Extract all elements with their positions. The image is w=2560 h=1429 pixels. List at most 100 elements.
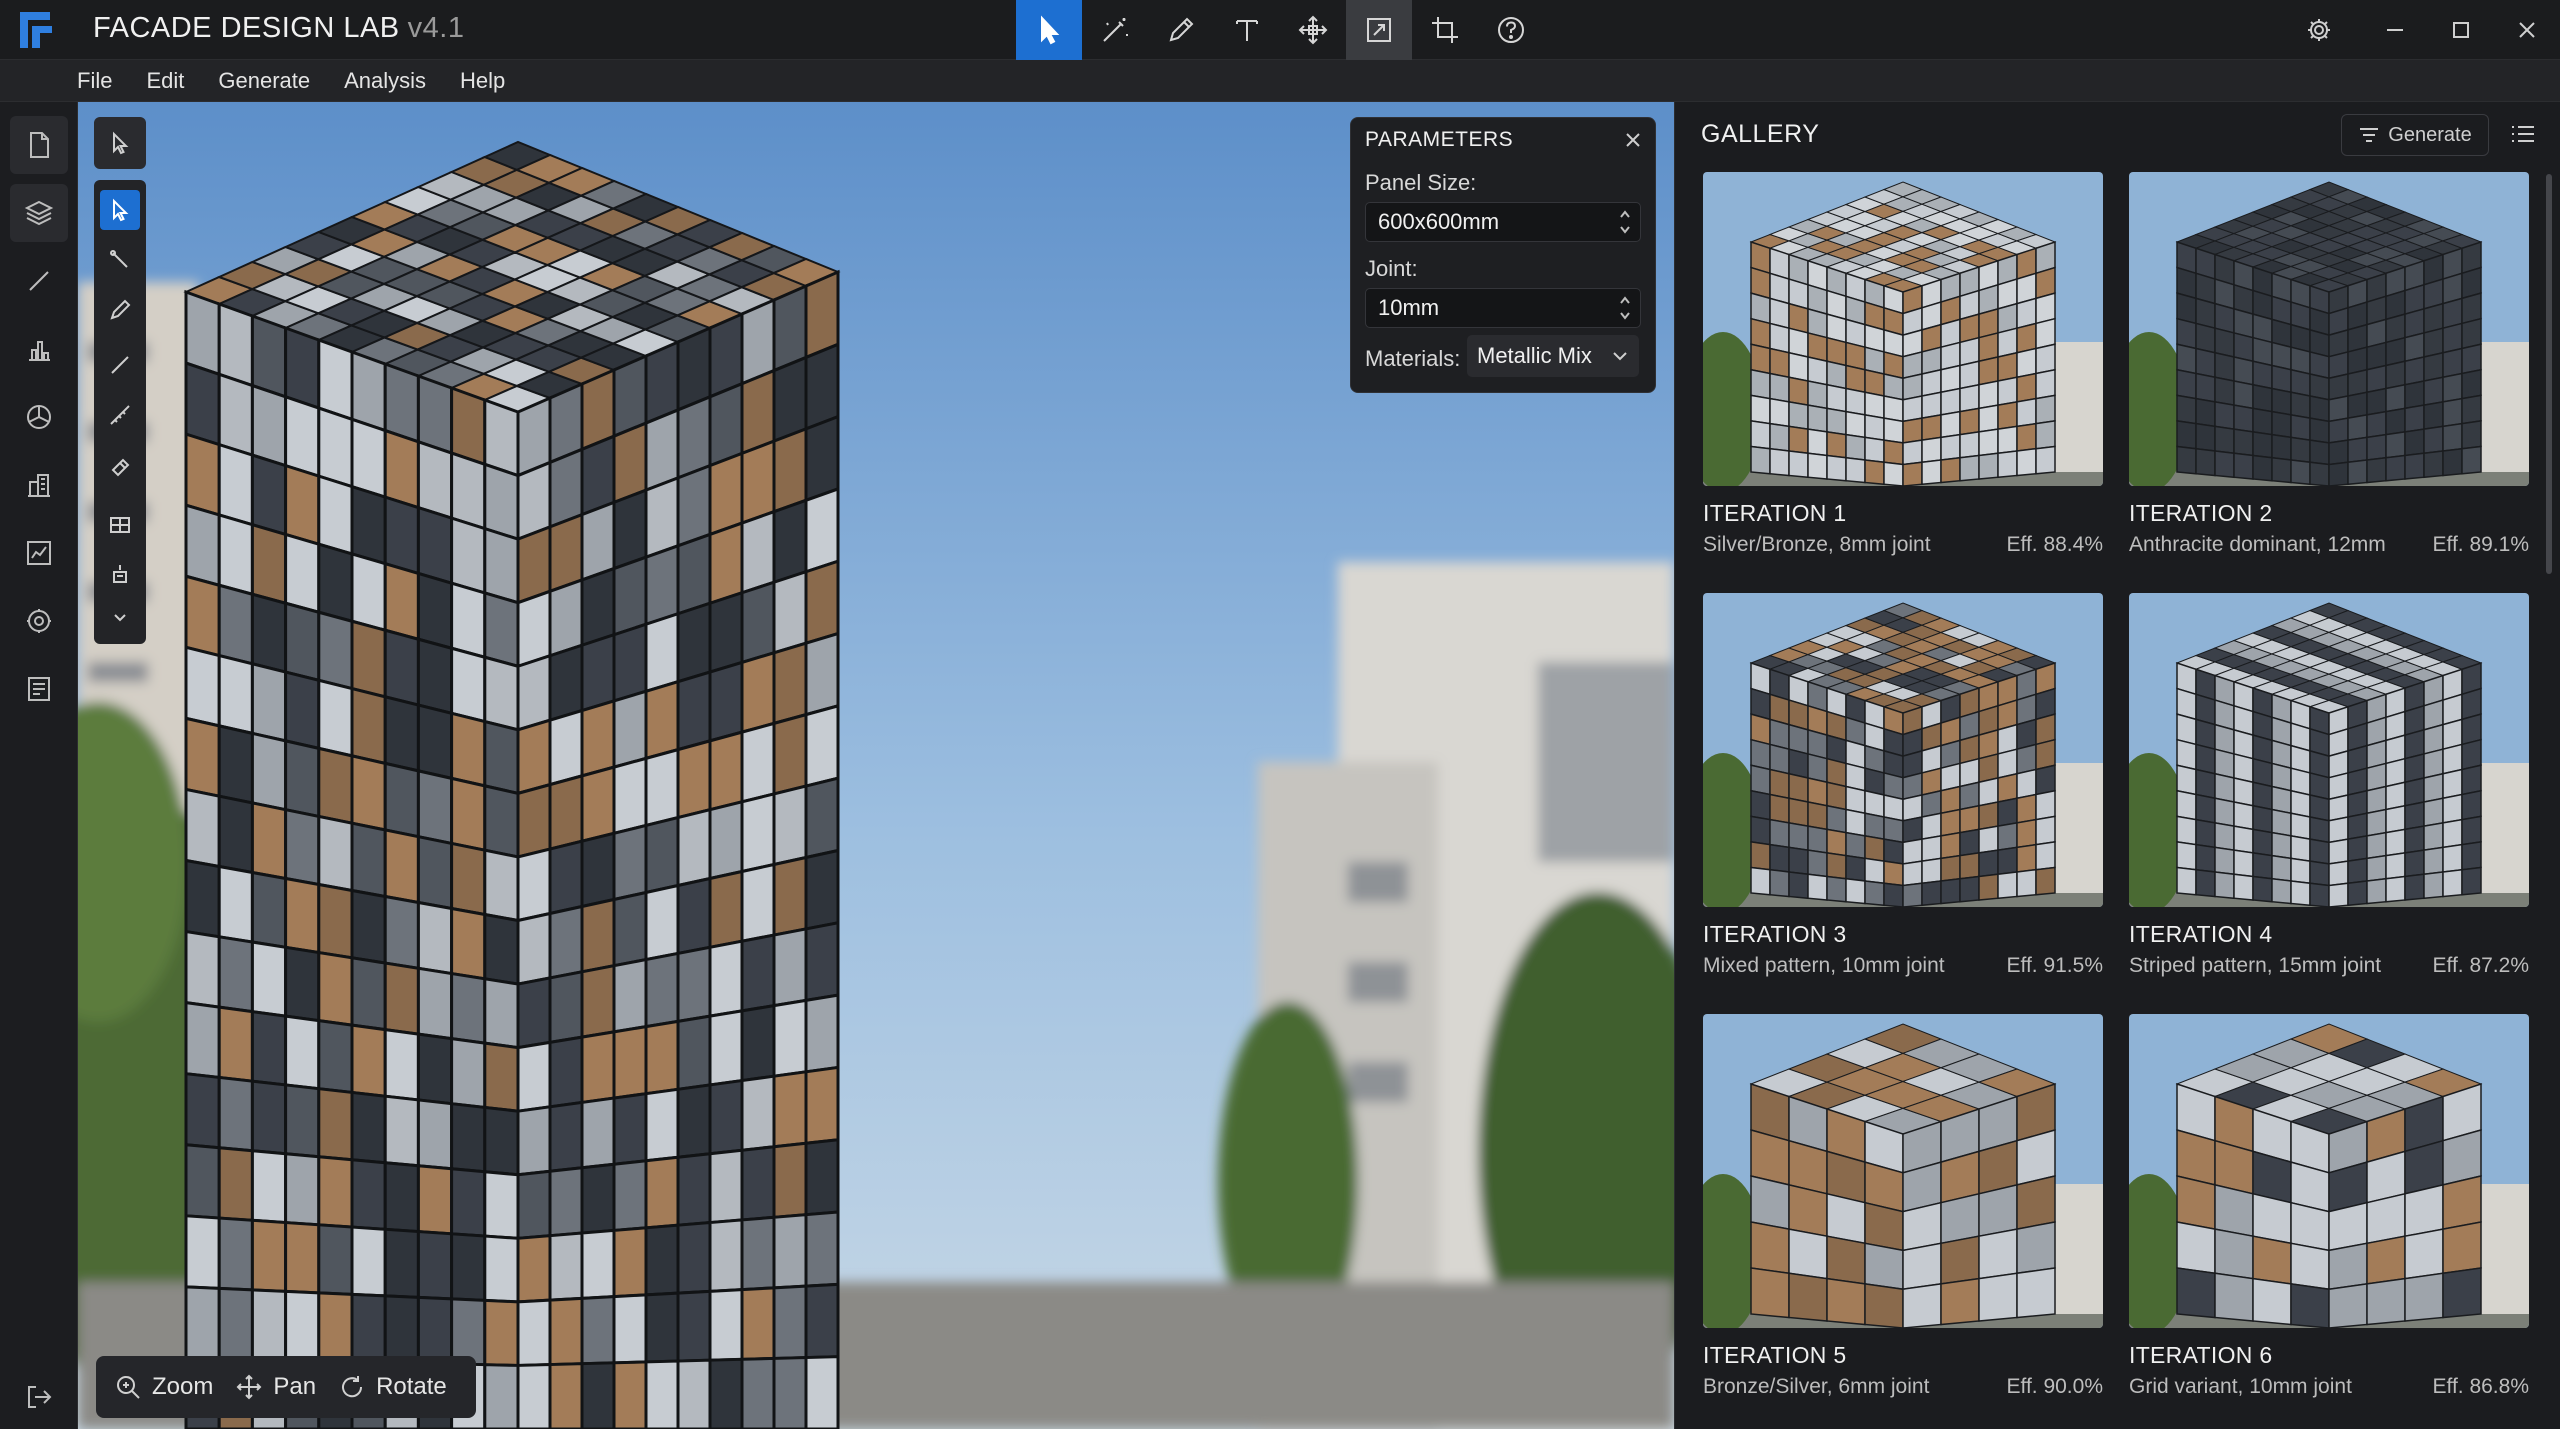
panel-size-field[interactable]: 600x600mm (1365, 202, 1641, 242)
close-window-button[interactable] (2494, 0, 2560, 60)
sidebar-building-button[interactable] (10, 456, 68, 514)
rotate-label: Rotate (376, 1373, 447, 1400)
sidebar-exit-button[interactable] (10, 1368, 68, 1426)
analytics-icon (27, 541, 51, 565)
rotate-icon (342, 1376, 363, 1398)
card-efficiency: Eff. 88.4% (2006, 533, 2103, 556)
gallery-card-2[interactable]: ITERATION 2 Anthracite dominant, 12mm Eff… (2129, 172, 2529, 557)
material-swatch-icon (110, 517, 130, 533)
gallery-scrollbar[interactable] (2546, 174, 2552, 574)
sidebar-notes-button[interactable] (10, 660, 68, 718)
select-tool-button[interactable] (1016, 0, 1082, 60)
panel-size-value: 600x600mm (1378, 209, 1500, 234)
pointer-icon (113, 198, 129, 222)
gallery-generate-button[interactable]: Generate (2341, 114, 2489, 156)
gallery-card-3[interactable]: ITERATION 3 Mixed pattern, 10mm joint Eff… (1703, 593, 2103, 978)
pencil-tool-button[interactable] (1148, 0, 1214, 60)
sidebar-chart-button[interactable] (10, 320, 68, 378)
card-title: ITERATION 3 (1703, 921, 1847, 947)
strip-measure-button[interactable] (100, 395, 140, 435)
measure-icon (110, 405, 130, 425)
card-efficiency: Eff. 90.0% (2006, 1375, 2103, 1398)
crop-icon (1432, 17, 1458, 43)
list-view-button[interactable] (2509, 120, 2537, 148)
gallery-card-6[interactable]: ITERATION 6 Grid variant, 10mm joint Eff.… (2129, 1014, 2529, 1399)
rotate-control[interactable]: Rotate (338, 1373, 447, 1401)
gallery-card-1[interactable]: ITERATION 1 Silver/Bronze, 8mm joint Eff.… (1703, 172, 2103, 557)
strip-select-button[interactable] (100, 190, 140, 230)
magic-wand-icon (1103, 18, 1128, 42)
panel-size-stepper[interactable] (1618, 207, 1632, 237)
card-description: Bronze/Silver, 6mm joint (1703, 1375, 1930, 1398)
filter-icon (2360, 128, 2379, 142)
card-efficiency: Eff. 86.8% (2432, 1375, 2529, 1398)
move-tool-button[interactable] (1280, 0, 1346, 60)
parameters-panel: PARAMETERS Panel Size: 600x600mm Joint: … (1350, 117, 1656, 393)
joint-label: Joint: (1365, 256, 1418, 281)
pan-control[interactable]: Pan (235, 1373, 316, 1401)
strip-line-button[interactable] (100, 345, 140, 385)
window-controls (2362, 0, 2560, 60)
iteration-thumbnail (2129, 172, 2529, 486)
sidebar-analytics-button[interactable] (10, 524, 68, 582)
menu-edit[interactable]: Edit (146, 60, 184, 101)
eraser-icon (111, 458, 130, 477)
maximize-button[interactable] (2428, 0, 2494, 60)
materials-dropdown[interactable]: Metallic Mix (1467, 335, 1639, 377)
menu-bar: File Edit Generate Analysis Help (0, 60, 2560, 102)
joint-stepper[interactable] (1618, 293, 1632, 323)
sidebar-line-button[interactable] (10, 252, 68, 310)
view-controls: Zoom Pan Rotate (96, 1356, 476, 1418)
stepper-arrows-icon (1620, 296, 1630, 320)
strip-pen-button[interactable] (100, 290, 140, 330)
settings-button[interactable] (2286, 0, 2352, 60)
align-icon (113, 565, 127, 583)
menu-analysis[interactable]: Analysis (344, 60, 426, 101)
stepper-arrows-icon (1620, 210, 1630, 234)
app-version: v4.1 (407, 12, 465, 44)
settings-icon (27, 609, 51, 633)
sidebar-cube-button[interactable] (10, 388, 68, 446)
left-sidebar (0, 102, 78, 1429)
card-description: Anthracite dominant, 12mm (2129, 533, 2386, 556)
app-title: FACADE DESIGN LAB v4.1 (93, 12, 464, 45)
parameters-close-button[interactable] (1621, 128, 1645, 152)
magic-wand-tool-button[interactable] (1082, 0, 1148, 60)
sidebar-settings-button[interactable] (10, 592, 68, 650)
menu-help[interactable]: Help (460, 60, 505, 101)
zoom-control[interactable]: Zoom (114, 1373, 213, 1401)
strip-material-button[interactable] (100, 505, 140, 545)
card-description: Striped pattern, 15mm joint (2129, 954, 2382, 977)
pointer-icon (1041, 15, 1060, 45)
close-icon (2519, 22, 2535, 38)
crop-tool-button[interactable] (1412, 0, 1478, 60)
menu-generate[interactable]: Generate (218, 60, 310, 101)
menu-file[interactable]: File (77, 60, 112, 101)
materials-value: Metallic Mix (1477, 343, 1592, 368)
text-tool-button[interactable] (1214, 0, 1280, 60)
iteration-thumbnail (2129, 1014, 2529, 1328)
gallery-card-5[interactable]: ITERATION 5 Bronze/Silver, 6mm joint Eff.… (1703, 1014, 2103, 1399)
card-efficiency: Eff. 87.2% (2432, 954, 2529, 977)
strip-eraser-button[interactable] (100, 445, 140, 485)
sidebar-document-button[interactable] (10, 116, 68, 174)
pencil-icon (1169, 17, 1194, 42)
gallery-title: GALLERY (1701, 120, 1820, 148)
frame-select-tool-button[interactable] (1346, 0, 1412, 60)
iteration-thumbnail (1703, 1014, 2103, 1328)
viewport-select-button[interactable] (94, 117, 146, 169)
sidebar-layers-button[interactable] (10, 184, 68, 242)
strip-align-button[interactable] (100, 555, 140, 595)
gallery-card-4[interactable]: ITERATION 4 Striped pattern, 15mm joint E… (2129, 593, 2529, 978)
joint-field[interactable]: 10mm (1365, 288, 1641, 328)
pen-icon (110, 299, 131, 320)
help-tool-button[interactable] (1478, 0, 1544, 60)
text-icon (1236, 20, 1258, 41)
strip-more-button[interactable] (100, 598, 140, 638)
card-title: ITERATION 2 (2129, 500, 2273, 526)
maximize-icon (2453, 22, 2469, 38)
panel-size-label: Panel Size: (1365, 170, 1477, 195)
minimize-button[interactable] (2362, 0, 2428, 60)
facade-cube-model (183, 140, 841, 1429)
strip-lasso-button[interactable] (100, 240, 140, 280)
